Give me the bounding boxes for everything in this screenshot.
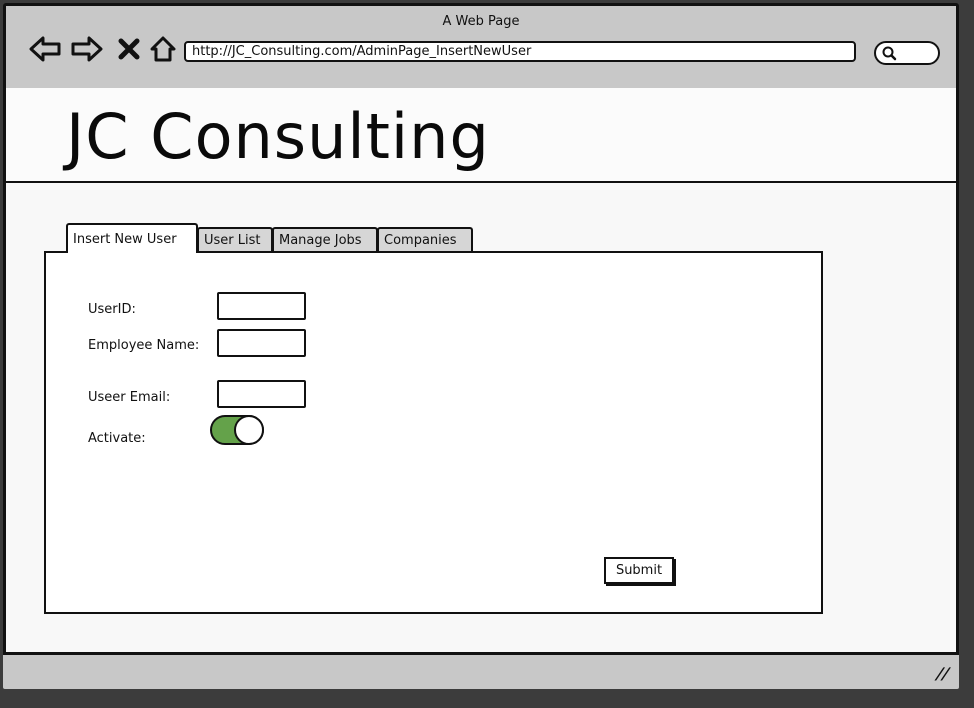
browser-titlebar: A Web Page http://JC_Consulting.com/Admi… <box>6 6 956 91</box>
forward-arrow-icon[interactable] <box>68 30 106 68</box>
email-label: Useer Email: <box>88 390 171 405</box>
insert-user-panel <box>44 251 823 614</box>
search-input[interactable] <box>874 41 940 65</box>
site-header: JC Consulting <box>6 88 956 183</box>
site-logo-text: JC Consulting <box>66 100 490 173</box>
close-x-icon[interactable] <box>110 30 148 68</box>
tab-user-list[interactable]: User List <box>197 227 273 253</box>
activate-label: Activate: <box>88 431 146 446</box>
address-bar[interactable]: http://JC_Consulting.com/AdminPage_Inser… <box>184 41 856 62</box>
submit-button[interactable]: Submit <box>604 557 674 584</box>
back-arrow-icon[interactable] <box>26 30 64 68</box>
tab-companies[interactable]: Companies <box>377 227 473 253</box>
tab-manage-jobs[interactable]: Manage Jobs <box>272 227 378 253</box>
activate-toggle[interactable] <box>210 415 264 445</box>
userid-input[interactable] <box>217 292 306 320</box>
home-icon[interactable] <box>144 30 182 68</box>
tab-insert-new-user[interactable]: Insert New User <box>66 223 198 253</box>
employee-name-label: Employee Name: <box>88 338 200 353</box>
toggle-knob <box>234 415 264 445</box>
window-title: A Web Page <box>442 14 520 29</box>
employee-name-input[interactable] <box>217 329 306 357</box>
userid-label: UserID: <box>88 302 136 317</box>
email-input[interactable] <box>217 380 306 408</box>
search-icon <box>882 46 897 61</box>
